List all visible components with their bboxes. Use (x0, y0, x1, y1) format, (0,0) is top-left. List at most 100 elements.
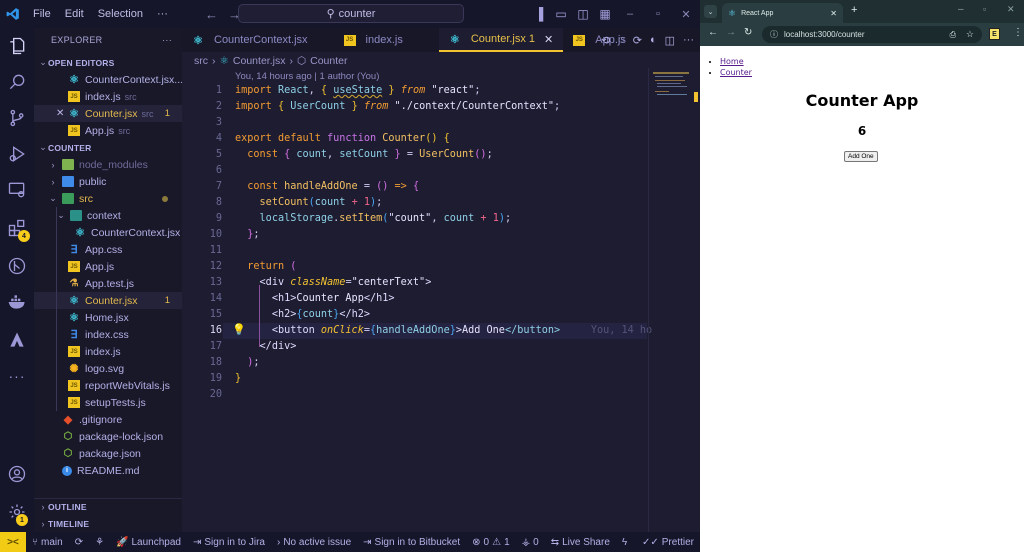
open-editor-item[interactable]: JS index.js src (34, 88, 182, 105)
customize-layout-icon[interactable]: ▦ (594, 7, 616, 21)
settings-gear-icon[interactable]: 1 (0, 496, 34, 528)
lightbulb-icon[interactable]: 💡 (232, 323, 246, 336)
editor-more-icon[interactable]: ··· (683, 34, 694, 46)
breadcrumb-item[interactable]: Counter (310, 55, 347, 67)
code-line: ); (247, 357, 260, 368)
breadcrumb-item[interactable]: Counter.jsx (233, 55, 286, 67)
problems-status[interactable]: ⊗ 0 ⚠ 1 (466, 537, 515, 548)
tab-countercontext[interactable]: ⚛ CounterContext.jsx (182, 28, 318, 52)
docker-icon[interactable] (0, 286, 34, 318)
tab-counter-jsx[interactable]: ⚛ Counter.jsx 1 ✕ (438, 28, 564, 52)
source-control-icon[interactable] (0, 102, 34, 134)
extension-icon[interactable]: E (989, 28, 1000, 40)
nav-item: Counter (720, 67, 752, 78)
toggle-primary-sidebar-icon[interactable]: ▐ (528, 7, 550, 21)
lightning-icon[interactable]: ϟ (616, 537, 633, 548)
run-debug-icon[interactable] (0, 138, 34, 170)
explorer-more-icon[interactable]: ··· (162, 35, 172, 45)
timeline-section[interactable]: › TIMELINE (34, 515, 182, 532)
minimize-button[interactable]: – (616, 8, 644, 20)
maximize-button[interactable]: ▫ (983, 4, 986, 14)
more-views-icon[interactable]: ··· (0, 360, 34, 392)
git-previous-icon[interactable]: ⟲ (601, 34, 610, 47)
menu-edit[interactable]: Edit (58, 8, 91, 20)
install-app-icon[interactable]: ⎙ (950, 30, 956, 40)
file-name: App.js (85, 124, 115, 137)
gitlens-status-icon[interactable]: ⚘ (89, 537, 110, 548)
remote-indicator[interactable]: >< (0, 532, 26, 552)
minimap[interactable] (648, 68, 700, 532)
codelens-blame[interactable]: You, 14 hours ago | 1 author (You) (235, 71, 379, 82)
problem-count: 1 (164, 108, 170, 119)
tree-folder[interactable]: › node_modules (34, 156, 182, 173)
maximize-button[interactable]: ▫ (644, 8, 672, 20)
home-link[interactable]: Home (720, 57, 744, 66)
tree-folder[interactable]: › public (34, 173, 182, 190)
atlassian-icon[interactable] (0, 324, 34, 356)
back-arrow-icon[interactable]: ← (708, 27, 718, 38)
extensions-icon[interactable]: 4 (0, 212, 34, 244)
gitlens-icon[interactable] (0, 250, 34, 282)
browser-tab[interactable]: ⚛ React App ✕ (722, 3, 843, 23)
address-bar[interactable]: ⓘ localhost:3000/counter ⎙ ☆ (762, 26, 982, 43)
tree-file[interactable]: ⬡ package-lock.json (34, 428, 182, 445)
tab-search-icon[interactable]: ⌄ (704, 5, 717, 18)
add-one-button[interactable]: Add One (844, 151, 878, 162)
tree-file[interactable]: i README.md (34, 462, 182, 479)
issue-status[interactable]: › No active issue (271, 537, 357, 548)
command-center-search[interactable]: ⚲ counter (238, 4, 464, 23)
reload-icon[interactable]: ↻ (744, 27, 752, 38)
forward-arrow-icon[interactable]: → (726, 27, 736, 38)
breadcrumb-item[interactable]: src (194, 55, 208, 67)
toggle-panel-icon[interactable]: ▭ (550, 7, 572, 21)
branch-name: main (41, 536, 63, 548)
close-tab-icon[interactable]: ✕ (544, 33, 553, 46)
site-info-icon[interactable]: ⓘ (770, 29, 778, 40)
tree-folder[interactable]: ⌄ src (34, 190, 182, 207)
outline-section[interactable]: › OUTLINE (34, 498, 182, 515)
search-sidebar-icon[interactable] (0, 66, 34, 98)
tree-file[interactable]: ◆ .gitignore (34, 411, 182, 428)
tab-index-js[interactable]: JS index.js (318, 28, 413, 52)
launchpad-status[interactable]: 🚀 Launchpad (110, 537, 187, 548)
accounts-icon[interactable] (0, 458, 34, 490)
tab-label: index.js (365, 34, 403, 46)
menu-selection[interactable]: Selection (91, 8, 150, 20)
bitbucket-status[interactable]: ⇥ Sign in to Bitbucket (357, 537, 466, 548)
git-next-icon[interactable]: ⟳ (633, 34, 642, 47)
minimize-button[interactable]: – (958, 4, 964, 15)
liveshare-status[interactable]: ⇆ Live Share (545, 537, 616, 548)
close-tab-icon[interactable]: ✕ (830, 9, 837, 18)
menu-more[interactable]: ··· (150, 8, 175, 20)
sync-icon[interactable]: ⟳ (69, 537, 89, 548)
split-editor-icon[interactable]: ◫ (665, 34, 675, 47)
gitlens-blame-icon[interactable]: ◐ (650, 34, 657, 46)
menu-file[interactable]: File (26, 8, 58, 20)
close-editor-icon[interactable]: ✕ (56, 108, 68, 119)
back-arrow-icon[interactable]: ← (205, 7, 218, 22)
chrome-menu-icon[interactable]: ⋮ (1013, 27, 1023, 38)
close-button[interactable]: ✕ (1007, 4, 1015, 15)
page-heading: Counter App (805, 91, 919, 110)
toggle-secondary-sidebar-icon[interactable]: ◫ (572, 7, 594, 21)
open-editor-item-active[interactable]: ✕ ⚛ Counter.jsx src 1 (34, 105, 182, 122)
explorer-icon[interactable] (0, 30, 34, 62)
jira-status[interactable]: ⇥ Sign in to Jira (187, 537, 271, 548)
prettier-status[interactable]: ✓✓ Prettier (636, 537, 700, 548)
project-section[interactable]: ⌄ COUNTER (34, 139, 182, 156)
tree-file[interactable]: ⬡ package.json (34, 445, 182, 462)
branch-status[interactable]: ⑂ main (26, 537, 69, 548)
close-button[interactable]: ✕ (672, 8, 700, 21)
new-tab-icon[interactable]: + (851, 4, 857, 16)
section-label: OUTLINE (48, 502, 87, 512)
git-compare-icon[interactable]: ◌ (618, 34, 625, 46)
open-editors-section[interactable]: ⌄ OPEN EDITORS (34, 54, 182, 71)
remote-explorer-icon[interactable] (0, 174, 34, 206)
file-name: context (87, 209, 121, 222)
browser-window: ⌄ ⚛ React App ✕ + – ▫ ✕ ← → ↻ ⓘ localhos… (700, 0, 1024, 552)
open-editor-item[interactable]: ⚛ CounterContext.jsx... (34, 71, 183, 88)
ports-status[interactable]: ⚶ 0 (516, 537, 545, 548)
counter-link[interactable]: Counter (720, 68, 752, 77)
open-editor-item[interactable]: JS App.js src (34, 122, 182, 139)
bookmark-star-icon[interactable]: ☆ (966, 29, 974, 40)
